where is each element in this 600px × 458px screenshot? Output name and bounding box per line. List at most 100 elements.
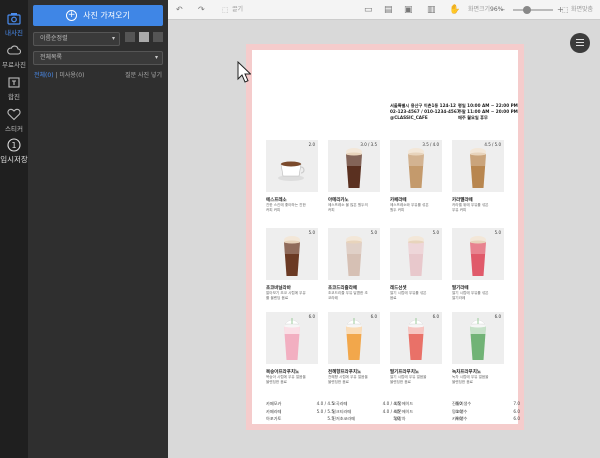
drink-illustration (408, 318, 424, 360)
drink-description: 알아보기 초코 시럽에 우유를 블렌딩 음료 (266, 291, 306, 300)
menu-card[interactable]: 2.0 에스프레소 진한 스킨에 좋아하는 진한 커피 커피 (266, 140, 318, 212)
drink-description: 카라멜 위에 우유를 섞은 우유 커피 (452, 203, 489, 212)
drink-photo[interactable]: 6.0 (328, 312, 380, 364)
price-list-column: 진딸기생수 7.0 망고생수 6.0 키위생수 6.0 (452, 400, 520, 423)
sidebar-item-label: 임시저장 (0, 155, 28, 164)
photo-filter-tabs: 전체(0) | 미사용(0) 질문 사진 넣기 (34, 70, 162, 79)
drink-photo[interactable]: 6.0 (452, 312, 504, 364)
drink-price: 6.0 (370, 314, 377, 319)
price-list-row: 밀크티라떼 4.0 / 4.5 (332, 408, 400, 416)
mouse-cursor-icon (237, 61, 251, 83)
drink-photo[interactable]: 3.0 / 3.5 (328, 140, 380, 192)
sidebar-item-free-photos[interactable]: 무료사진 (0, 44, 28, 80)
menu-line (576, 42, 584, 43)
drink-price: 5.0 (308, 230, 315, 235)
grid-view-icon[interactable] (139, 32, 149, 42)
page-layout-icon[interactable]: ▭ (364, 4, 373, 16)
preview-icon[interactable]: ▣ (404, 4, 413, 16)
sort-dropdown-value: 이름순정렬 (40, 35, 68, 42)
move-tool-icon[interactable]: ⬚ (222, 4, 229, 16)
menu-card[interactable]: 5.0 초코드리즐라떼 초코드리즐 우유 달콤한 초코라떼 (328, 228, 380, 300)
price-list-row: 카페라떼 5.0 / 5.5 (266, 408, 334, 416)
drink-photo[interactable]: 5.0 (452, 228, 504, 280)
tab-unused[interactable]: 미사용(0) (59, 72, 84, 79)
editor-canvas[interactable]: 서울특별시 용산구 이촌1동 124-12 02-123-4567 / 010-… (168, 20, 600, 458)
menu-card[interactable]: 5.0 초코바닐라바 알아보기 초코 시럽에 우유를 블렌딩 음료 (266, 228, 318, 300)
menu-card[interactable]: 4.5 / 5.0 카라멜라떼 카라멜 위에 우유를 섞은 우유 커피 (452, 140, 504, 212)
drink-illustration (470, 148, 486, 188)
price-list-item-name: 키위생수 (452, 416, 468, 421)
hand-icon[interactable]: ✋ (449, 4, 460, 16)
help-link[interactable]: 질문 사진 넣기 (125, 70, 162, 79)
menu-line (576, 45, 584, 46)
undo-icon[interactable]: ↶ (176, 4, 183, 16)
drink-illustration (284, 318, 300, 360)
sidebar-item-label: 내사진 (5, 29, 23, 37)
menu-card[interactable]: 5.0 딸기라떼 딸기 시럽에 우유를 섞은 딸기라떼 (452, 228, 504, 300)
menu-page[interactable]: 서울특별시 용산구 이촌1동 124-12 02-123-4567 / 010-… (252, 50, 520, 424)
drink-photo[interactable]: 5.0 (390, 228, 442, 280)
drink-photo[interactable]: 5.0 (266, 228, 318, 280)
price-list-row: 진딸기생수 7.0 (452, 400, 520, 408)
price-list-item-name: 밀크티라떼 (332, 408, 352, 414)
sidebar-item-my-photos[interactable]: 내사진 (0, 12, 28, 48)
zoom-out-icon[interactable]: – (501, 4, 505, 16)
price-list-item-name: 아포가토 (266, 416, 282, 421)
grid-small-view-icon[interactable] (153, 32, 163, 42)
drink-photo[interactable]: 5.0 (328, 228, 380, 280)
page-view-icon[interactable]: ▤ (384, 4, 393, 16)
drink-price: 5.0 (370, 230, 377, 235)
drink-photo[interactable]: 2.0 (266, 140, 318, 192)
drink-price: 2.0 (308, 142, 315, 147)
drink-illustration (346, 236, 362, 276)
drink-photo[interactable]: 3.5 / 4.0 (390, 140, 442, 192)
redo-icon[interactable]: ↷ (198, 4, 205, 16)
drink-description: 녹차 시럽에 우유 얼음을 블렌딩한 음료 (452, 375, 489, 384)
fit-screen-label[interactable]: 화면맞춤 (571, 4, 593, 16)
drink-illustration (408, 148, 424, 188)
zoom-slider[interactable] (513, 6, 553, 14)
drink-photo[interactable]: 4.5 / 5.0 (452, 140, 504, 192)
chevron-down-icon: ▾ (111, 35, 115, 42)
price-list-item-price: 6.0 (513, 408, 520, 414)
sidebar-item-label: 스티커 (5, 125, 23, 133)
menu-card[interactable]: 5.0 레드선셋 딸기 시럽에 우유를 섞은 음료 (390, 228, 442, 300)
drink-description: 딸기 시럽에 우유를 섞은 딸기라떼 (452, 291, 489, 300)
svg-text:1: 1 (11, 141, 16, 150)
tab-all[interactable]: 전체(0) (34, 72, 54, 79)
fit-screen-icon[interactable]: ⬚ (562, 4, 569, 16)
folder-dropdown-value: 전체목록 (40, 54, 63, 61)
layer-menu-button[interactable] (570, 33, 590, 53)
sidebar-item-temp-save[interactable]: 1 임시저장 (0, 138, 28, 174)
menu-card[interactable]: 6.0 딸기프라푸치노 딸기 시럽에 우유 얼음을 블렌딩한 음료 (390, 312, 442, 384)
sort-dropdown[interactable]: 이름순정렬 ▾ (33, 32, 120, 46)
folder-dropdown[interactable]: 전체목록 ▾ (33, 51, 163, 65)
price-list-item-price: 7.0 (513, 401, 520, 406)
drink-photo[interactable]: 6.0 (266, 312, 318, 364)
sidebar-item-text[interactable]: 합진 (0, 76, 28, 112)
hours-line: 매주 월요일 휴무 (458, 115, 488, 120)
chevron-down-icon: ▾ (154, 54, 158, 61)
editor-toolbar: ↶ ↷ ⬚ 끌기 ▭ ▤ ▣ ▥ ✋ 화면크기 96% – + ⬚ 화면맞춤 (168, 0, 600, 20)
cloud-icon (7, 45, 21, 55)
drink-description: 천혜향 시럽에 우유 얼음을 블렌딩한 음료 (328, 375, 368, 384)
sidebar-item-label: 무료사진 (2, 61, 26, 69)
menu-card[interactable]: 6.0 복숭아프라푸치노 복숭아 시럽에 우유 얼음을 블렌딩한 음료 (266, 312, 318, 384)
cafe-address-block: 서울특별시 용산구 이촌1동 124-12 02-123-4567 / 010-… (390, 103, 460, 121)
drink-photo[interactable]: 6.0 (390, 312, 442, 364)
drink-illustration (346, 148, 362, 188)
menu-card[interactable]: 3.0 / 3.5 아메리카노 에스프레소 물 많은 원두의 커피 (328, 140, 380, 212)
zoom-slider-knob[interactable] (523, 6, 531, 14)
price-list-row: 카페모카 4.0 / 4.5 (266, 400, 334, 408)
menu-card[interactable]: 6.0 천혜향프라푸치노 천혜향 시럽에 우유 얼음을 블렌딩한 음료 (328, 312, 380, 384)
upload-photo-button[interactable]: + 사진 가져오기 (33, 5, 163, 26)
menu-card[interactable]: 6.0 녹차프라푸치노 녹차 시럽에 우유 얼음을 블렌딩한 음료 (452, 312, 504, 384)
menu-card[interactable]: 3.5 / 4.0 카페라떼 에스프레소와 우유를 섞은 원두 커피 (390, 140, 442, 212)
zoom-label: 화면크기 (468, 6, 491, 13)
drink-illustration (346, 318, 362, 360)
list-view-icon[interactable] (125, 32, 135, 42)
layer-icon[interactable]: ▥ (427, 4, 436, 16)
price-list-item-price: 6.0 (513, 416, 520, 421)
price-list-row: 망고생수 6.0 (452, 408, 520, 416)
move-tool-label: 끌기 (232, 6, 244, 13)
